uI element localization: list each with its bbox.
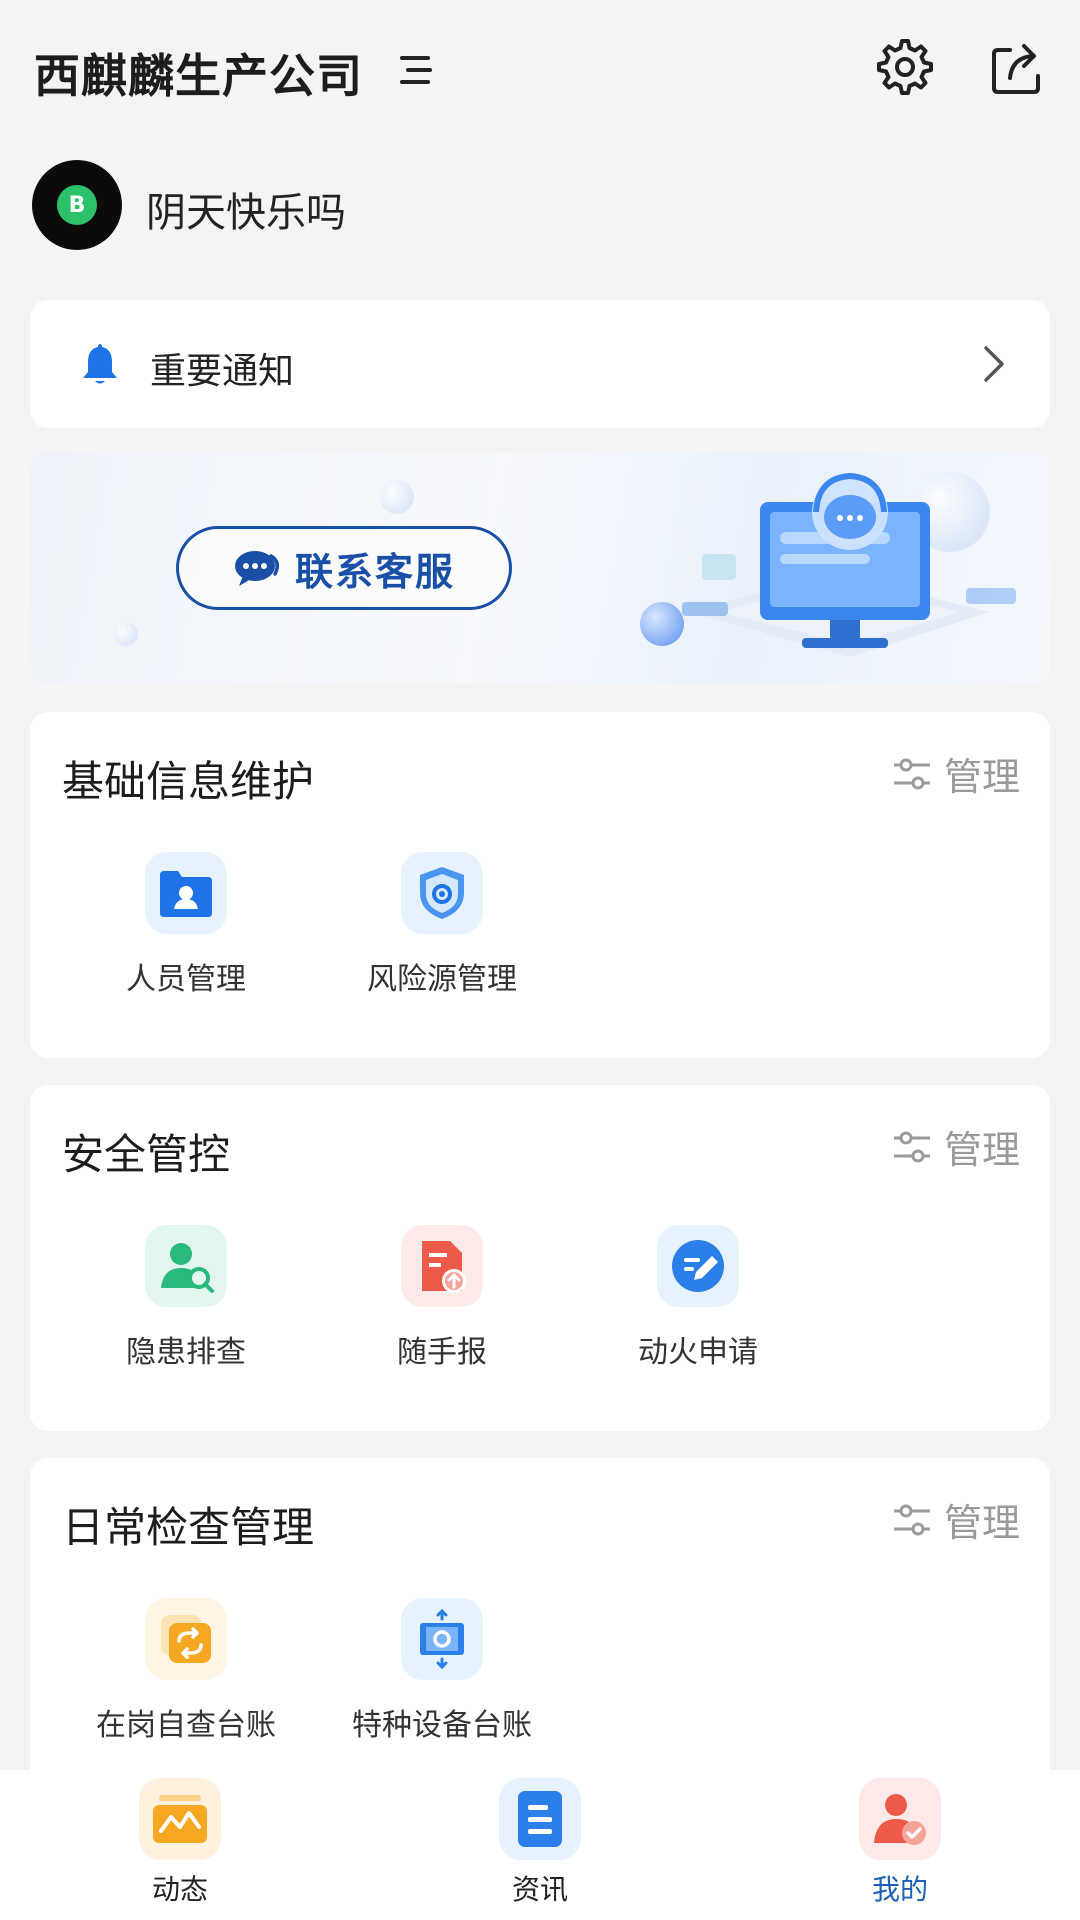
manage-label: 管理	[943, 1128, 1020, 1172]
notice-label: 重要通知	[150, 351, 295, 392]
switch-company-icon[interactable]	[398, 50, 438, 90]
customer-service-banner[interactable]: 联系客服	[30, 452, 1050, 684]
equipment-gear-icon	[401, 1598, 483, 1680]
manage-label: 管理	[943, 755, 1020, 799]
avatar[interactable]: B	[32, 160, 122, 250]
support-computer-illustration	[682, 472, 1016, 657]
refresh-ledger-icon	[145, 1598, 227, 1680]
menu-item-risk-source[interactable]: 风险源管理	[322, 852, 562, 998]
section-title: 安全管控	[62, 1130, 231, 1179]
menu-item-label: 人员管理	[126, 962, 246, 997]
manage-button[interactable]: 管理	[892, 1492, 1020, 1547]
menu-item-label: 随手报	[397, 1335, 487, 1370]
chat-bubble-icon	[234, 551, 279, 586]
menu-item-hot-work[interactable]: 动火申请	[578, 1225, 818, 1371]
nav-item-profile[interactable]: 我的	[800, 1778, 1000, 1908]
nav-label: 动态	[151, 1873, 208, 1906]
menu-item-special-equipment-ledger[interactable]: 特种设备台账	[322, 1598, 562, 1744]
nav-label: 资讯	[511, 1873, 568, 1906]
sliders-icon	[893, 1504, 930, 1535]
person-search-icon	[145, 1225, 227, 1307]
menu-item-hazard-check[interactable]: 隐患排查	[66, 1225, 306, 1371]
company-name[interactable]: 西麒麟生产公司	[34, 40, 363, 106]
nav-label: 我的	[871, 1873, 928, 1906]
contact-support-label: 联系客服	[294, 549, 455, 594]
nav-item-activity[interactable]: 动态	[80, 1778, 280, 1908]
manage-button[interactable]: 管理	[892, 1119, 1020, 1174]
report-upload-icon	[401, 1225, 483, 1307]
bell-icon	[83, 344, 117, 384]
menu-item-personnel[interactable]: 人员管理	[66, 852, 306, 998]
menu-item-label: 风险源管理	[367, 962, 517, 997]
person-folder-icon	[145, 852, 227, 934]
sliders-icon	[893, 758, 930, 789]
chevron-right-icon	[984, 346, 1004, 382]
manage-label: 管理	[943, 1501, 1020, 1545]
shield-gear-icon	[401, 852, 483, 934]
activity-icon	[139, 1778, 221, 1860]
menu-item-label: 动火申请	[638, 1335, 758, 1370]
edit-pen-icon	[657, 1225, 739, 1307]
bottom-navigation: 动态 资讯 我的	[0, 1770, 1080, 1920]
menu-item-label: 在岗自查台账	[96, 1708, 276, 1743]
username[interactable]: 阴天快乐吗	[146, 180, 346, 238]
section-basic-info: 基础信息维护 管理 人员管理 风险源管理	[30, 712, 1050, 1058]
news-icon	[499, 1778, 581, 1860]
section-safety-control: 安全管控 管理 隐患排查 随手报 动火申请	[30, 1085, 1050, 1431]
section-daily-inspection: 日常检查管理 管理 在岗自查台账 特种设备台账	[30, 1458, 1050, 1798]
menu-item-label: 特种设备台账	[352, 1708, 532, 1743]
section-title: 基础信息维护	[62, 757, 315, 806]
nav-item-news[interactable]: 资讯	[440, 1778, 640, 1908]
contact-support-button[interactable]: 联系客服	[176, 526, 512, 610]
settings-gear-icon[interactable]	[874, 36, 936, 98]
section-title: 日常检查管理	[62, 1503, 315, 1552]
app-header: 西麒麟生产公司	[0, 0, 1080, 140]
avatar-badge: B	[57, 185, 97, 225]
menu-item-self-check-ledger[interactable]: 在岗自查台账	[66, 1598, 306, 1744]
menu-item-quick-report[interactable]: 随手报	[322, 1225, 562, 1371]
manage-button[interactable]: 管理	[892, 746, 1020, 801]
important-notice-card[interactable]: 重要通知	[30, 300, 1050, 428]
profile-icon	[859, 1778, 941, 1860]
sliders-icon	[893, 1131, 930, 1162]
share-icon[interactable]	[986, 36, 1048, 98]
menu-item-label: 隐患排查	[126, 1335, 246, 1370]
